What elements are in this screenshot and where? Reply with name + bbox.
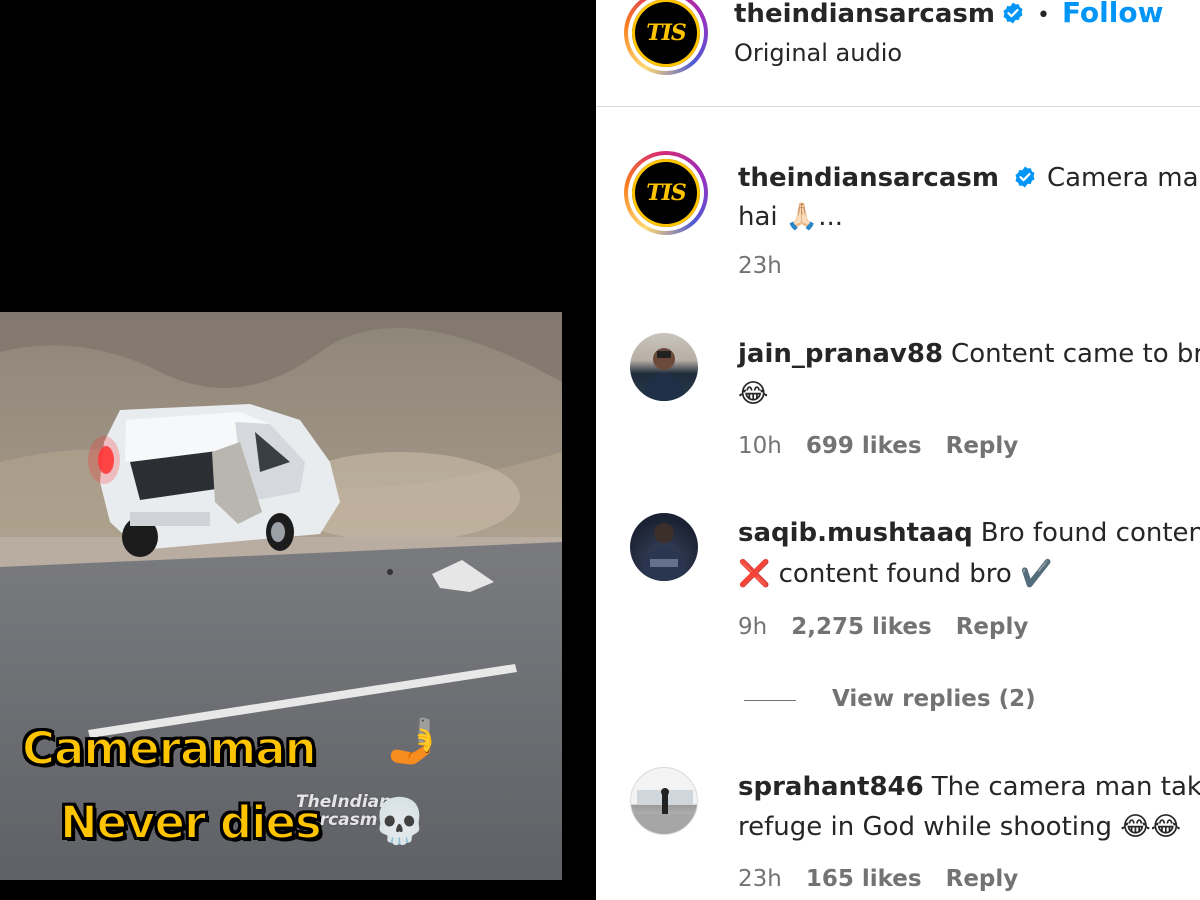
video-caption-line-1: Cameraman (21, 721, 318, 776)
comment-username[interactable]: jain_pranav88 (738, 339, 943, 369)
comment-text: Bro found content (980, 518, 1200, 548)
caption-text-line-2: hai 🙏🏻... (738, 202, 844, 232)
comment-likes[interactable]: 699 likes (806, 433, 922, 459)
comment-meta: 9h 2,275 likes Reply (738, 614, 1052, 640)
comment-meta: 23h 165 likes Reply (738, 866, 1042, 892)
comment-line-2: ❌ content found bro ✔️ (738, 559, 1053, 589)
comment-meta: 10h 699 likes Reply (738, 433, 1042, 459)
tis-logo: TIS (632, 159, 700, 227)
caption-meta: 23h (738, 253, 806, 279)
comment-line-1: sprahant846The camera man takes (738, 767, 1200, 807)
header-username[interactable]: theindiansarcasm (734, 0, 995, 29)
header-separator: • (1036, 3, 1050, 28)
comment-likes[interactable]: 2,275 likes (791, 614, 932, 640)
video-frame-illustration (0, 312, 562, 880)
caption-timestamp: 23h (738, 253, 782, 279)
comment-likes[interactable]: 165 likes (806, 866, 922, 892)
reply-button[interactable]: Reply (956, 614, 1029, 640)
view-replies-button[interactable]: View replies (2) (832, 686, 1036, 712)
video-caption-line-2: Never dies (59, 795, 323, 850)
profile-avatar[interactable]: TIS (624, 0, 708, 75)
follow-button[interactable]: Follow (1062, 0, 1164, 29)
comment-timestamp: 10h (738, 433, 782, 459)
comment-line-1: saqib.mushtaaq Bro found content (738, 513, 1200, 553)
comment-line-2: refuge in God while shooting 😂😂 (738, 812, 1182, 842)
comment-text: The camera man takes (931, 772, 1200, 802)
header-divider (596, 106, 1200, 107)
comment-username[interactable]: sprahant846 (738, 772, 924, 802)
person-avatar-icon (631, 788, 697, 834)
caption-text-line-1: theindiansarcasm Camera man a (738, 158, 1200, 198)
tis-logo: TIS (632, 0, 700, 67)
post-header: theindiansarcasm • Follow (734, 0, 1163, 29)
comment-line-2: 😂 (738, 379, 769, 409)
verified-badge-icon (1003, 2, 1023, 24)
view-replies-line (744, 700, 796, 701)
comment-timestamp: 23h (738, 866, 782, 892)
comment-username[interactable]: saqib.mushtaaq (738, 518, 973, 548)
caption-avatar[interactable]: TIS (624, 151, 708, 235)
original-audio-link[interactable]: Original audio (734, 39, 902, 67)
reply-button[interactable]: Reply (946, 866, 1019, 892)
skull-emoji: 💀 (372, 796, 427, 847)
person-avatar-icon (640, 523, 688, 581)
comment-timestamp: 9h (738, 614, 768, 640)
reply-button[interactable]: Reply (946, 433, 1019, 459)
reel-video[interactable]: TheIndian Sarcasm (0, 312, 562, 880)
commenter-avatar[interactable] (630, 767, 698, 835)
caption-text: Camera man a (1046, 163, 1200, 193)
commenter-avatar[interactable] (630, 513, 698, 581)
verified-badge-icon (1015, 166, 1035, 188)
comment-text: Content came to bro (951, 339, 1200, 369)
caption-username[interactable]: theindiansarcasm (738, 163, 999, 193)
commenter-avatar[interactable] (630, 333, 698, 401)
selfie-emoji: 🤳 (386, 716, 441, 767)
post-details-panel: TIS theindiansarcasm • Follow Original aud… (596, 0, 1200, 900)
reel-media-panel[interactable]: TheIndian Sarcasm Cameraman 🤳 Never dies… (0, 0, 596, 900)
person-avatar-icon (642, 348, 686, 401)
comment-line-1: jain_pranav88 Content came to bro (738, 334, 1200, 374)
